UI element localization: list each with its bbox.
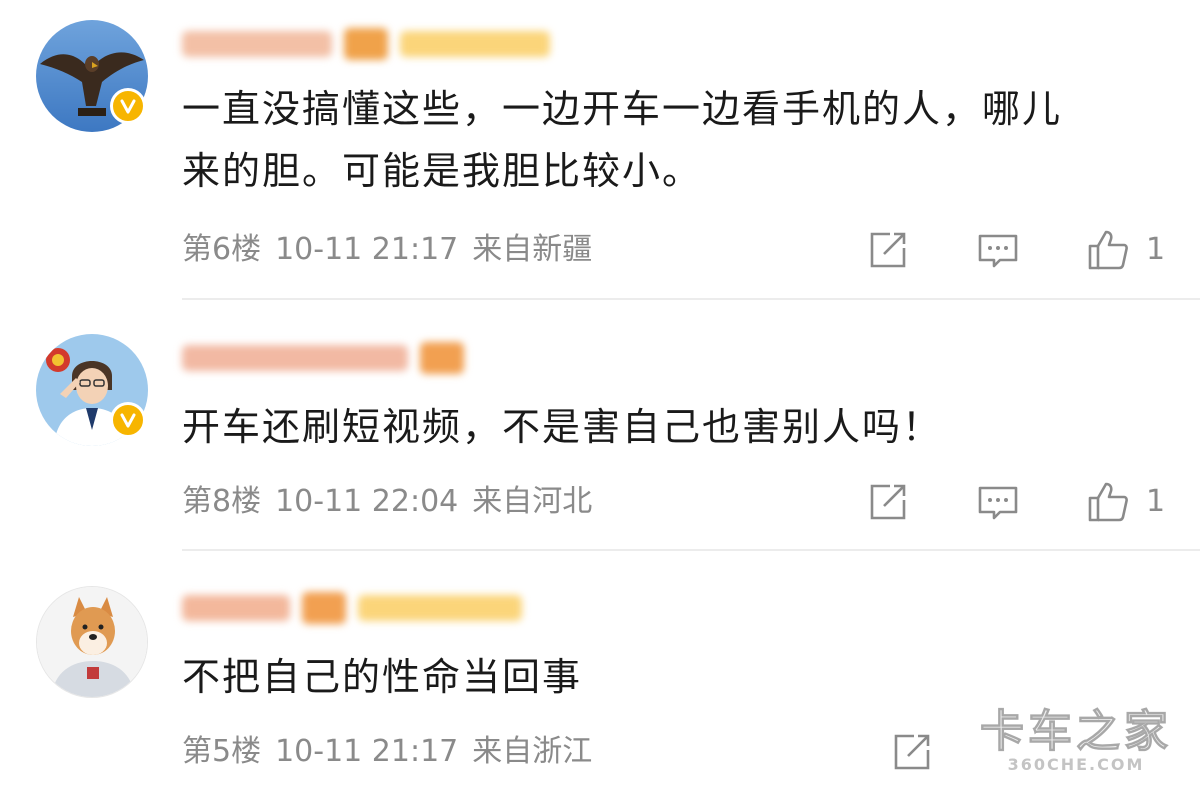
- comment-line: 一直没搞懂这些，一边开车一边看手机的人，哪儿: [182, 87, 1063, 131]
- share-icon[interactable]: [866, 480, 910, 524]
- share-icon[interactable]: [890, 730, 934, 774]
- blurred-level-badge: [302, 592, 346, 624]
- blurred-name: [182, 595, 290, 621]
- timestamp: 10-11 21:17: [275, 734, 459, 769]
- floor-number: 第6楼: [182, 232, 262, 267]
- timestamp: 10-11 21:17: [275, 232, 459, 267]
- timestamp: 10-11 22:04: [275, 484, 459, 519]
- blurred-name: [182, 345, 408, 371]
- verified-v-badge-icon: [110, 88, 146, 124]
- avatar[interactable]: [36, 586, 148, 698]
- comment-text: 不把自己的性命当回事: [182, 646, 1172, 708]
- thumbs-up-icon[interactable]: [1086, 228, 1130, 272]
- avatar[interactable]: [36, 20, 148, 132]
- shiba-avatar-image: [36, 586, 148, 698]
- location: 来自河北: [472, 484, 593, 519]
- username-blurred[interactable]: [182, 340, 464, 376]
- comment-meta: 第5楼 10-11 21:17 来自浙江: [182, 732, 606, 772]
- divider: [182, 549, 1200, 551]
- share-icon[interactable]: [866, 228, 910, 272]
- blurred-level-badge: [420, 342, 464, 374]
- verified-v-badge-icon: [110, 402, 146, 438]
- blurred-level-badge: [344, 28, 388, 60]
- avatar[interactable]: [36, 334, 148, 446]
- watermark-text: 卡车之家: [980, 706, 1172, 757]
- comment-text: 一直没搞懂这些，一边开车一边看手机的人，哪儿 来的胆。可能是我胆比较小。: [182, 78, 1172, 202]
- comment-text: 开车还刷短视频，不是害自己也害别人吗！: [182, 396, 1172, 458]
- comment-meta: 第8楼 10-11 22:04 来自河北: [182, 482, 606, 522]
- comment-feed: 一直没搞懂这些，一边开车一边看手机的人，哪儿 来的胆。可能是我胆比较小。 第6楼…: [0, 0, 1200, 800]
- divider: [182, 298, 1200, 300]
- comment-line: 开车还刷短视频，不是害自己也害别人吗！: [182, 405, 943, 449]
- comment-meta: 第6楼 10-11 21:17 来自新疆: [182, 230, 606, 270]
- blurred-member-badge: [358, 595, 522, 621]
- blurred-name: [182, 31, 332, 57]
- comment-icon[interactable]: [976, 228, 1020, 272]
- watermark-url: 360CHE.COM: [1007, 755, 1145, 774]
- location: 来自浙江: [472, 734, 593, 769]
- thumbs-up-icon[interactable]: [1086, 480, 1130, 524]
- username-blurred[interactable]: [182, 26, 550, 62]
- watermark-logo: 卡车之家 360CHE.COM: [980, 706, 1172, 774]
- floor-number: 第5楼: [182, 734, 262, 769]
- like-count: 1: [1146, 232, 1166, 267]
- comment-line: 来的胆。可能是我胆比较小。: [182, 149, 703, 193]
- blurred-member-badge: [400, 31, 550, 57]
- location: 来自新疆: [472, 232, 593, 267]
- like-count: 1: [1146, 484, 1166, 519]
- comment-icon[interactable]: [976, 480, 1020, 524]
- comment-line: 不把自己的性命当回事: [182, 655, 583, 699]
- floor-number: 第8楼: [182, 484, 262, 519]
- username-blurred[interactable]: [182, 590, 522, 626]
